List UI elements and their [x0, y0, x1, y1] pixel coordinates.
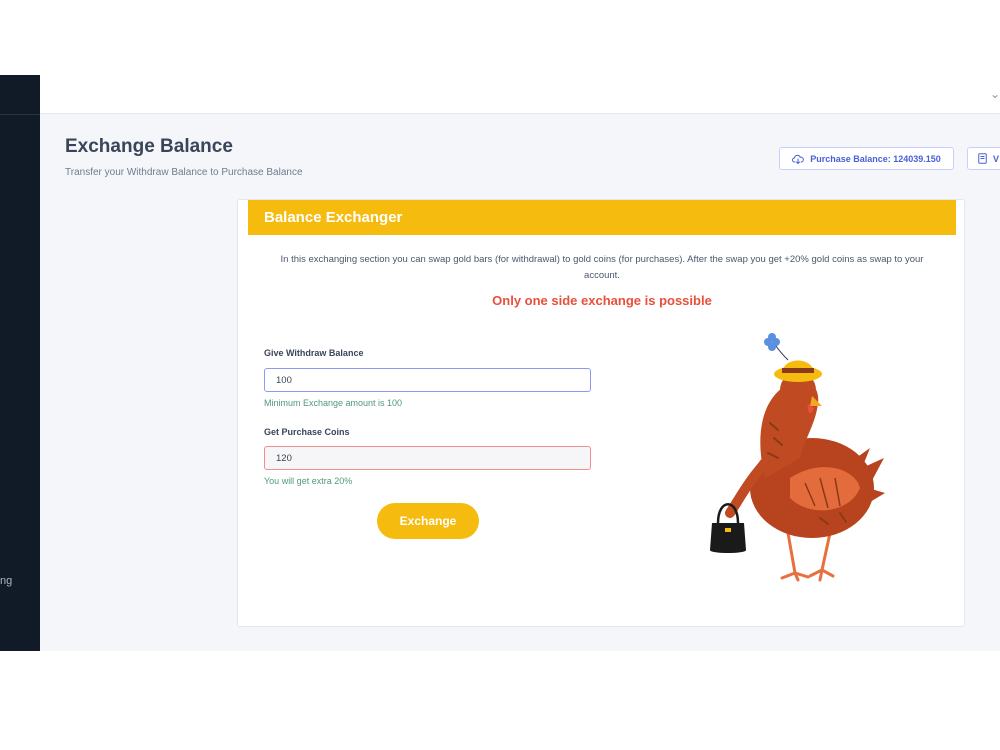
top-bar: ⌄	[40, 75, 1000, 114]
purchase-balance-label: Purchase Balance: 124039.150	[810, 153, 941, 164]
purchase-coins-input[interactable]	[264, 446, 591, 470]
withdraw-balance-input[interactable]	[264, 368, 591, 392]
withdraw-hint: Minimum Exchange amount is 100	[264, 398, 403, 408]
sidebar-divider	[0, 114, 40, 115]
balance-exchanger-card: Balance Exchanger In this exchanging sec…	[237, 199, 965, 627]
sidebar: ng	[0, 75, 40, 651]
exchange-button[interactable]: Exchange	[377, 503, 479, 539]
sidebar-item-label[interactable]: ng	[0, 575, 12, 587]
page-subtitle: Transfer your Withdraw Balance to Purcha…	[65, 167, 303, 178]
withdraw-label: Give Withdraw Balance	[264, 348, 364, 358]
withdraw-balance-label: V	[993, 153, 1000, 164]
hen-illustration	[710, 333, 885, 582]
main-content: Exchange Balance Transfer your Withdraw …	[40, 114, 1000, 651]
page-title: Exchange Balance	[65, 136, 233, 157]
withdraw-balance-button[interactable]: V	[967, 147, 1000, 170]
purchase-balance-button[interactable]: Purchase Balance: 124039.150	[779, 147, 954, 170]
card-title: Balance Exchanger	[248, 200, 956, 235]
purchase-label: Get Purchase Coins	[264, 427, 350, 437]
intro-text: In this exchanging section you can swap …	[280, 254, 924, 281]
cloud-download-icon	[792, 154, 804, 164]
warning-text: Only one side exchange is possible	[492, 293, 712, 308]
document-icon	[978, 153, 987, 164]
chevron-down-icon[interactable]: ⌄	[990, 87, 1000, 101]
purchase-hint: You will get extra 20%	[264, 476, 353, 486]
